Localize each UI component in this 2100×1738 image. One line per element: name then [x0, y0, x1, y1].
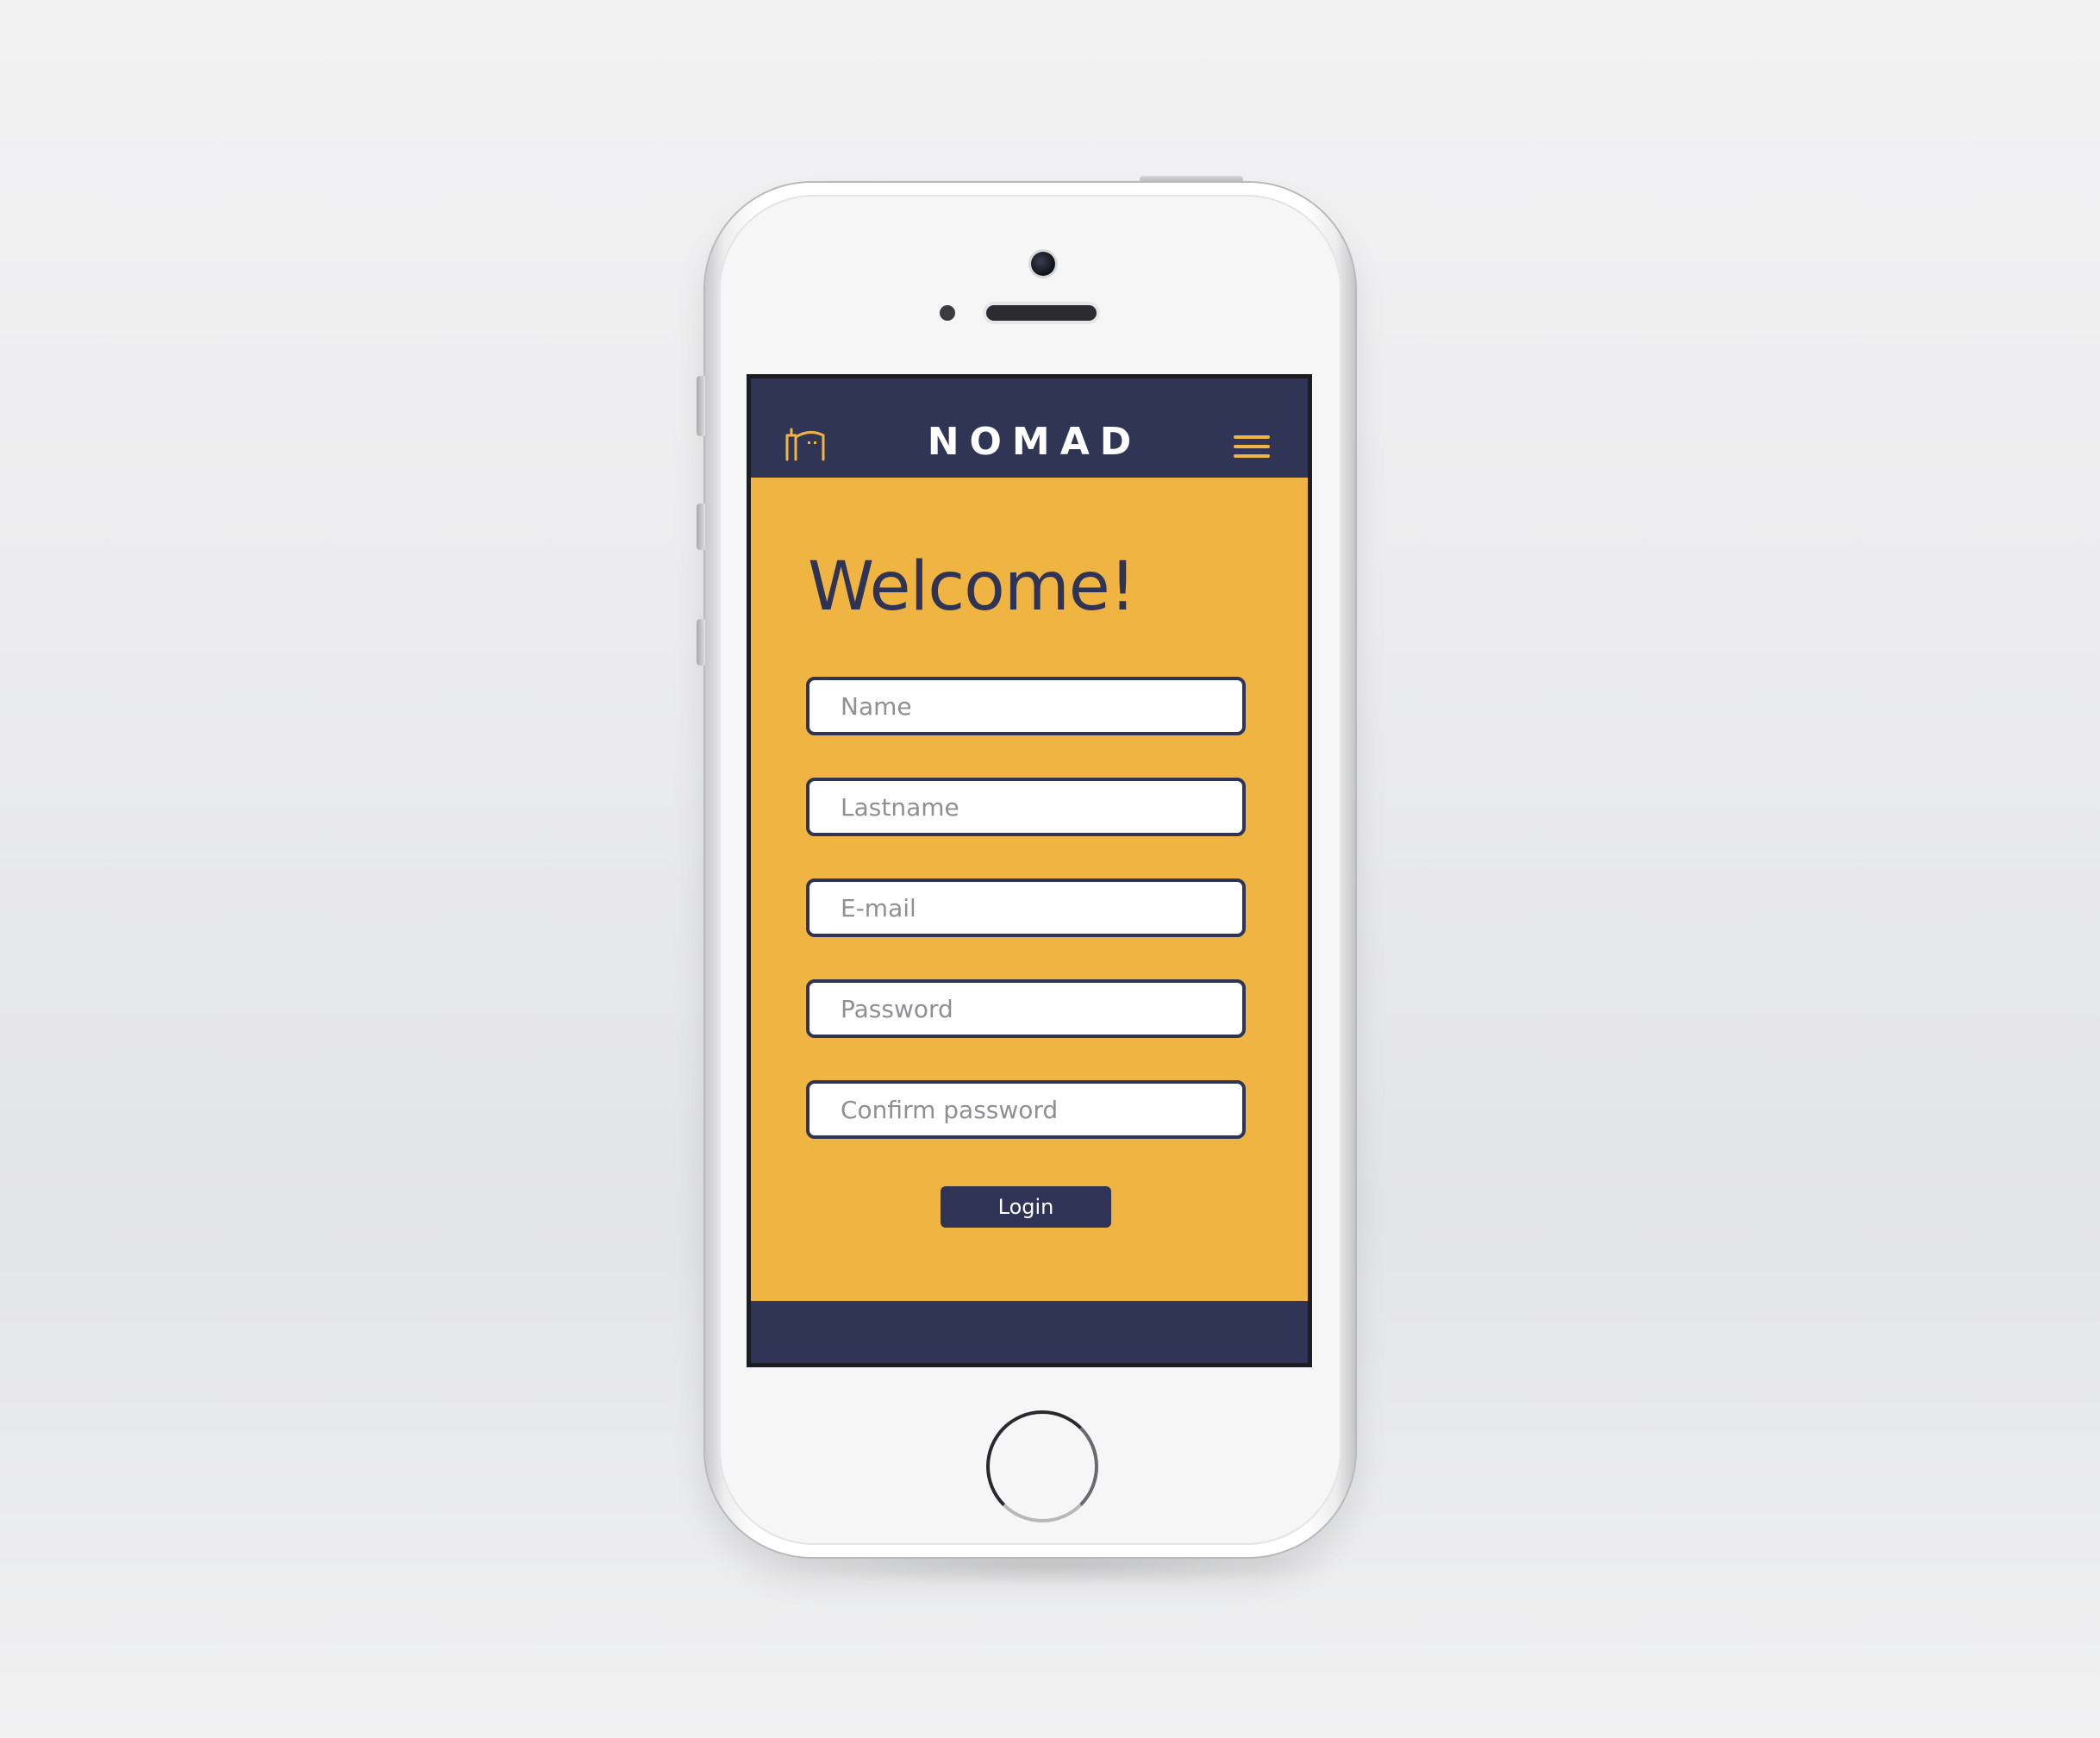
menu-bar — [1234, 445, 1270, 448]
front-camera — [1031, 252, 1055, 276]
menu-bar — [1234, 435, 1270, 439]
welcome-heading: Welcome! — [808, 548, 1136, 626]
app-viewport: NOMAD Welcome! Login — [751, 378, 1308, 1363]
app-header: NOMAD — [751, 378, 1308, 478]
mute-switch — [697, 376, 705, 436]
home-button[interactable] — [986, 1410, 1098, 1522]
app-footer — [751, 1301, 1308, 1363]
login-button[interactable]: Login — [941, 1186, 1111, 1228]
earpiece-speaker — [986, 305, 1097, 321]
password-input[interactable] — [806, 979, 1246, 1038]
phone-screen: NOMAD Welcome! Login — [747, 374, 1312, 1367]
email-input[interactable] — [806, 878, 1246, 937]
name-input[interactable] — [806, 677, 1246, 735]
confirm-password-input[interactable] — [806, 1080, 1246, 1139]
brand-title: NOMAD — [927, 420, 1142, 464]
hamburger-menu-icon[interactable] — [1234, 435, 1270, 458]
volume-up-button — [697, 503, 705, 550]
power-button — [1140, 176, 1243, 183]
proximity-sensor — [940, 305, 955, 321]
menu-bar — [1234, 454, 1270, 458]
lastname-input[interactable] — [806, 778, 1246, 836]
volume-down-button — [697, 619, 705, 666]
